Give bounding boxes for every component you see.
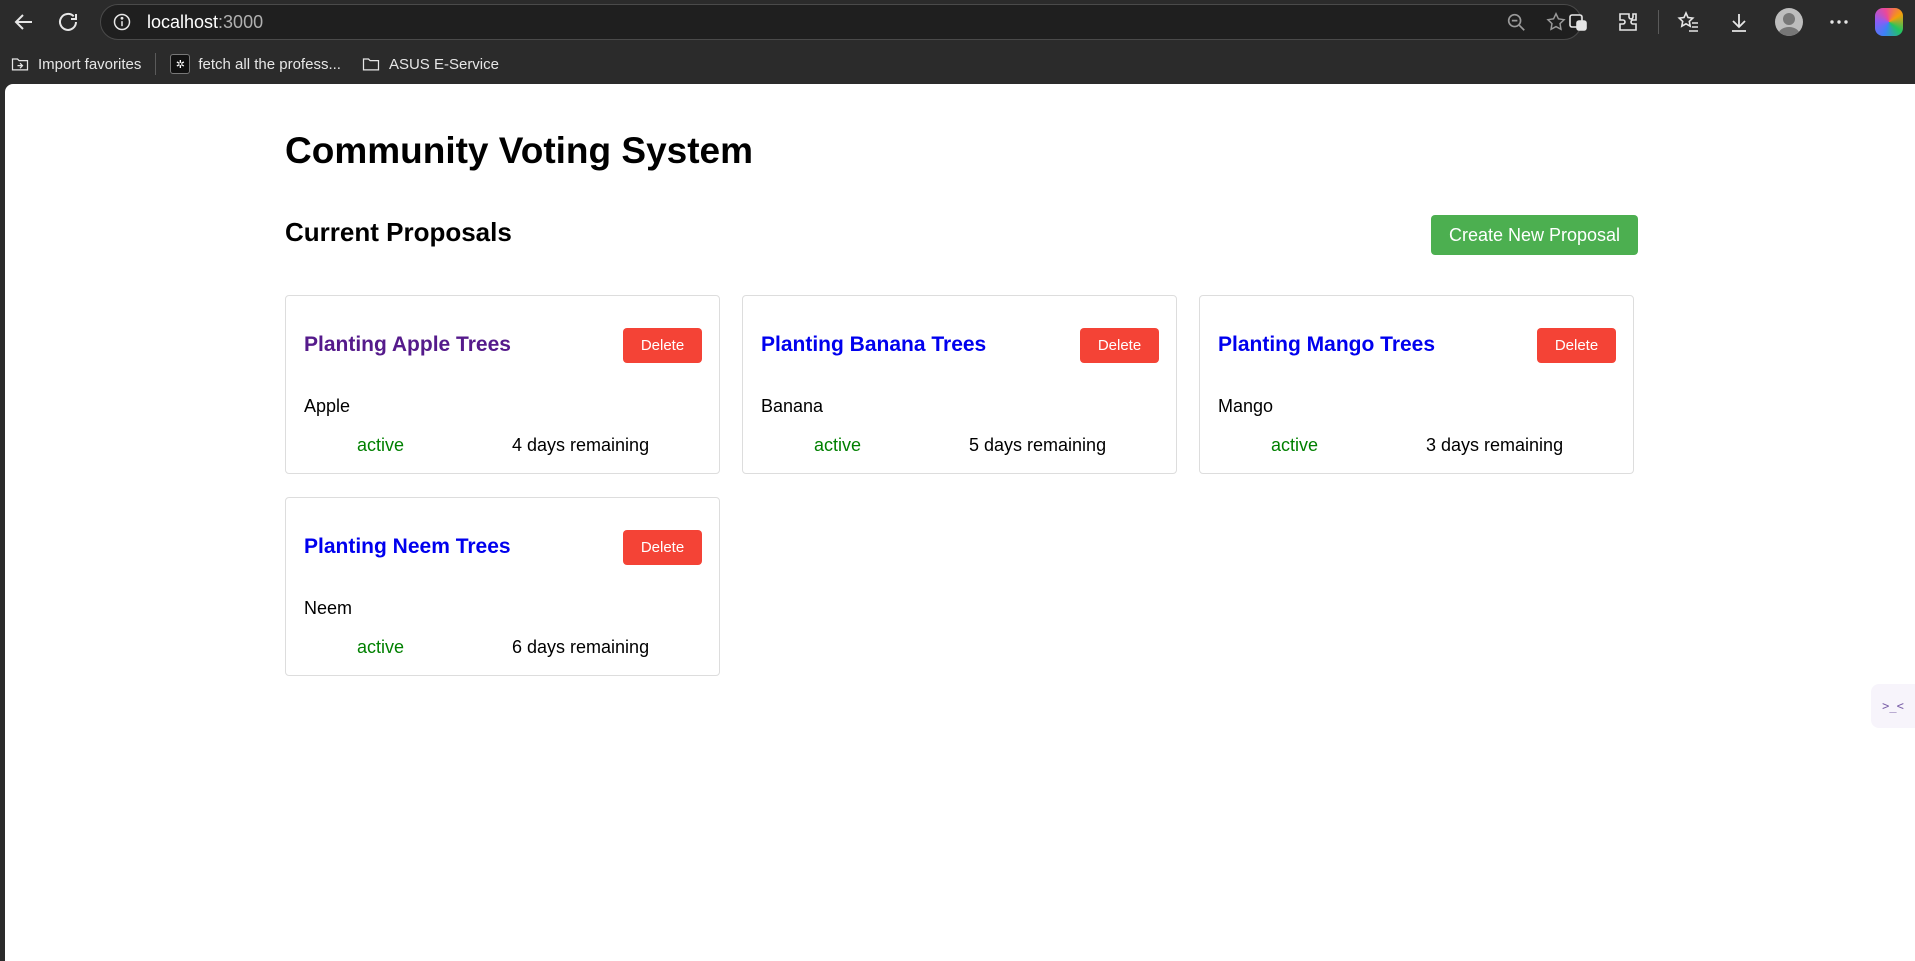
sidebar-assistant-icon[interactable]: >_< [1871,684,1915,728]
bookmark-import-favorites[interactable]: Import favorites [0,49,151,79]
site-info-icon[interactable] [111,11,133,33]
page-viewport: Community Voting System Current Proposal… [5,84,1915,961]
site-logo-icon: ✲ [170,54,191,74]
section-title: Current Proposals [285,217,512,247]
extension-badge-icon[interactable] [1558,2,1598,42]
delete-button[interactable]: Delete [623,530,702,565]
url-text: localhost:3000 [147,12,263,33]
import-folder-icon [11,58,29,71]
proposal-description: Neem [304,598,353,618]
proposal-title-link[interactable]: Planting Banana Trees [761,333,986,357]
delete-button[interactable]: Delete [1080,328,1159,363]
toolbar-divider [1658,10,1659,34]
proposal-title-link[interactable]: Planting Apple Trees [304,333,511,357]
bookmark-fetch-professors[interactable]: ✲ fetch all the profess... [160,49,351,79]
time-remaining: 5 days remaining [969,435,1107,455]
address-bar[interactable]: localhost:3000 [100,4,1582,40]
proposal-card: Planting Apple Trees Delete Apple active… [285,295,720,474]
status-badge: active [814,435,862,455]
url-port: :3000 [218,11,264,32]
delete-button[interactable]: Delete [1537,328,1616,363]
proposal-description: Banana [761,396,824,416]
proposal-card: Planting Neem Trees Delete Neem active 6… [285,497,720,676]
extensions-icon[interactable] [1608,2,1648,42]
page-title: Community Voting System [285,130,754,171]
time-remaining: 4 days remaining [512,435,650,455]
time-remaining: 6 days remaining [512,637,650,657]
folder-icon [362,58,380,71]
proposal-card: Planting Banana Trees Delete Banana acti… [742,295,1177,474]
back-icon[interactable] [4,2,44,42]
zoom-out-icon[interactable] [1501,7,1531,37]
more-options-icon[interactable] [1819,2,1859,42]
proposal-description: Mango [1218,396,1274,416]
refresh-icon[interactable] [48,2,88,42]
status-badge: active [357,435,405,455]
downloads-icon[interactable] [1719,2,1759,42]
status-badge: active [357,637,405,657]
copilot-icon[interactable] [1869,2,1909,42]
status-badge: active [1271,435,1319,455]
proposal-card: Planting Mango Trees Delete Mango active… [1199,295,1634,474]
create-proposal-button[interactable]: Create New Proposal [1431,215,1638,255]
bookmark-label: fetch all the profess... [198,55,341,73]
bookmarks-bar: Import favorites ✲ fetch all the profess… [0,44,1915,84]
bookmark-label: Import favorites [38,55,142,73]
browser-actions [1558,0,1915,44]
bookmark-divider [155,53,157,75]
delete-button[interactable]: Delete [623,328,702,363]
time-remaining: 3 days remaining [1426,435,1564,455]
url-host: localhost [147,11,219,32]
proposal-description: Apple [304,396,351,416]
bookmark-label: ASUS E-Service [388,55,499,73]
profile-avatar-icon[interactable] [1769,2,1809,42]
proposal-title-link[interactable]: Planting Mango Trees [1218,333,1435,357]
favorites-icon[interactable] [1669,2,1709,42]
proposal-title-link[interactable]: Planting Neem Trees [304,535,511,559]
bookmark-asus-eservice[interactable]: ASUS E-Service [351,49,509,79]
